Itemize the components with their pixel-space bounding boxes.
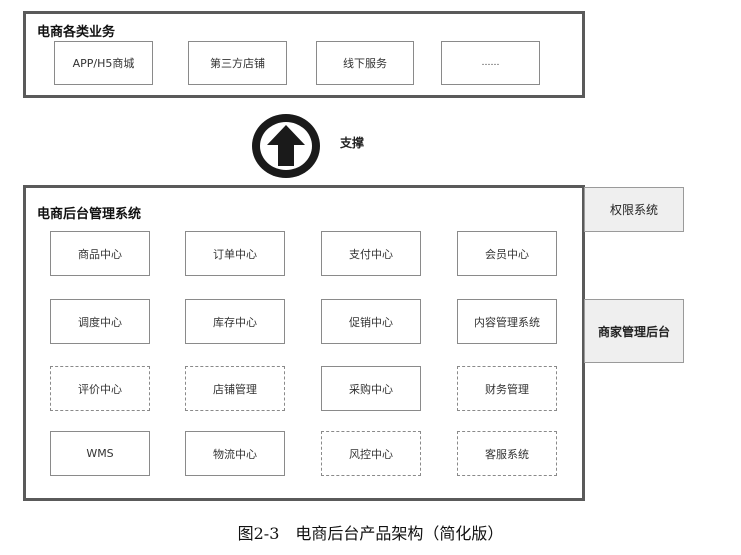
business-section: 电商各类业务 APP/H5商城 第三方店铺 线下服务 …… bbox=[23, 11, 585, 98]
module-box: 物流中心 bbox=[185, 431, 285, 476]
business-item-app-h5: APP/H5商城 bbox=[54, 41, 153, 85]
module-box: 客服系统 bbox=[457, 431, 557, 476]
module-box: 内容管理系统 bbox=[457, 299, 557, 344]
business-item-offline-service: 线下服务 bbox=[316, 41, 414, 85]
backend-section-title: 电商后台管理系统 bbox=[37, 207, 142, 222]
module-box: WMS bbox=[50, 431, 150, 476]
business-section-title: 电商各类业务 bbox=[37, 25, 116, 40]
module-box: 商品中心 bbox=[50, 231, 150, 276]
business-item-more: …… bbox=[441, 41, 540, 85]
up-arrow-circle-icon bbox=[247, 110, 325, 182]
figure-caption: 图2-3 电商后台产品架构（简化版） bbox=[237, 524, 504, 543]
module-box: 调度中心 bbox=[50, 299, 150, 344]
business-item-third-party-store: 第三方店铺 bbox=[188, 41, 287, 85]
module-box: 评价中心 bbox=[50, 366, 150, 411]
module-box: 促销中心 bbox=[321, 299, 421, 344]
module-box: 风控中心 bbox=[321, 431, 421, 476]
module-box: 采购中心 bbox=[321, 366, 421, 411]
merchant-admin-box: 商家管理后台 bbox=[584, 299, 684, 363]
module-box: 支付中心 bbox=[321, 231, 421, 276]
module-box: 店铺管理 bbox=[185, 366, 285, 411]
module-box: 订单中心 bbox=[185, 231, 285, 276]
module-box: 库存中心 bbox=[185, 299, 285, 344]
permission-system-box: 权限系统 bbox=[584, 187, 684, 232]
module-box: 财务管理 bbox=[457, 366, 557, 411]
support-label: 支撑 bbox=[340, 136, 365, 150]
module-box: 会员中心 bbox=[457, 231, 557, 276]
